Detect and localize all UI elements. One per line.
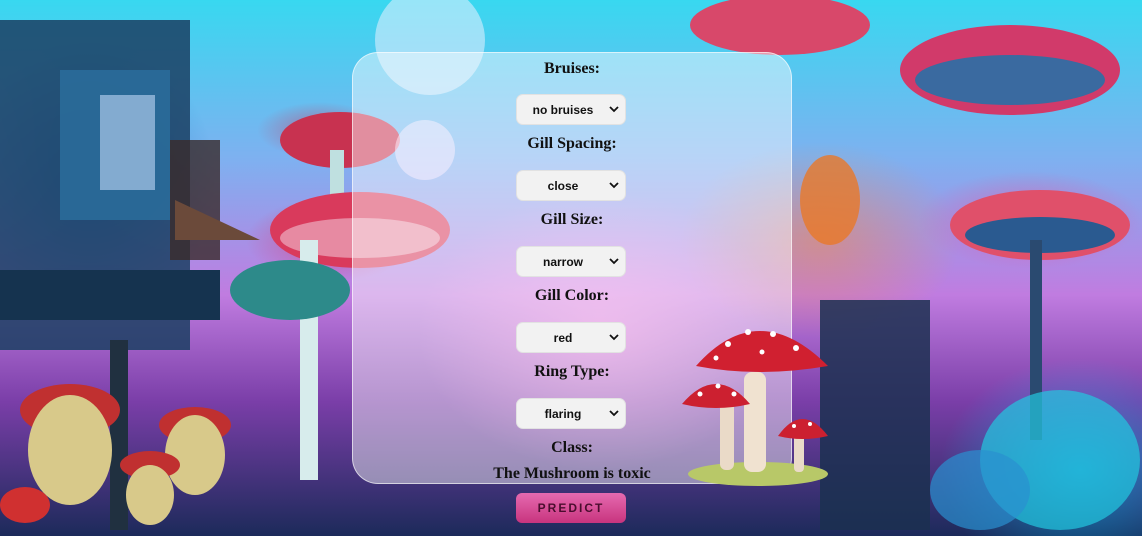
- chevron-down-icon: [607, 331, 621, 345]
- gill-spacing-label: Gill Spacing:: [527, 135, 617, 152]
- gill-color-value: red: [553, 330, 573, 345]
- bruises-label: Bruises:: [544, 60, 600, 77]
- mushroom-illustration: [682, 329, 828, 486]
- bruises-value: no bruises: [532, 102, 594, 117]
- ring-type-value: flaring: [544, 406, 582, 421]
- class-label: Class:: [551, 439, 593, 456]
- gill-color-select[interactable]: red: [516, 322, 626, 353]
- chevron-down-icon: [607, 255, 621, 269]
- gill-size-label: Gill Size:: [540, 211, 604, 228]
- chevron-down-icon: [607, 179, 621, 193]
- chevron-down-icon: [607, 407, 621, 421]
- gill-spacing-select[interactable]: close: [516, 170, 626, 201]
- gill-size-value: narrow: [542, 254, 583, 269]
- chevron-down-icon: [607, 103, 621, 117]
- bruises-select[interactable]: no bruises: [516, 94, 626, 125]
- ring-type-select[interactable]: flaring: [516, 398, 626, 429]
- house-illustration: [0, 20, 260, 530]
- predict-button[interactable]: PREDICT: [516, 493, 626, 523]
- gill-color-label: Gill Color:: [534, 287, 610, 304]
- gill-size-select[interactable]: narrow: [516, 246, 626, 277]
- gill-spacing-value: close: [547, 178, 579, 193]
- ring-type-label: Ring Type:: [534, 363, 610, 380]
- prediction-result: The Mushroom is toxic: [493, 465, 651, 482]
